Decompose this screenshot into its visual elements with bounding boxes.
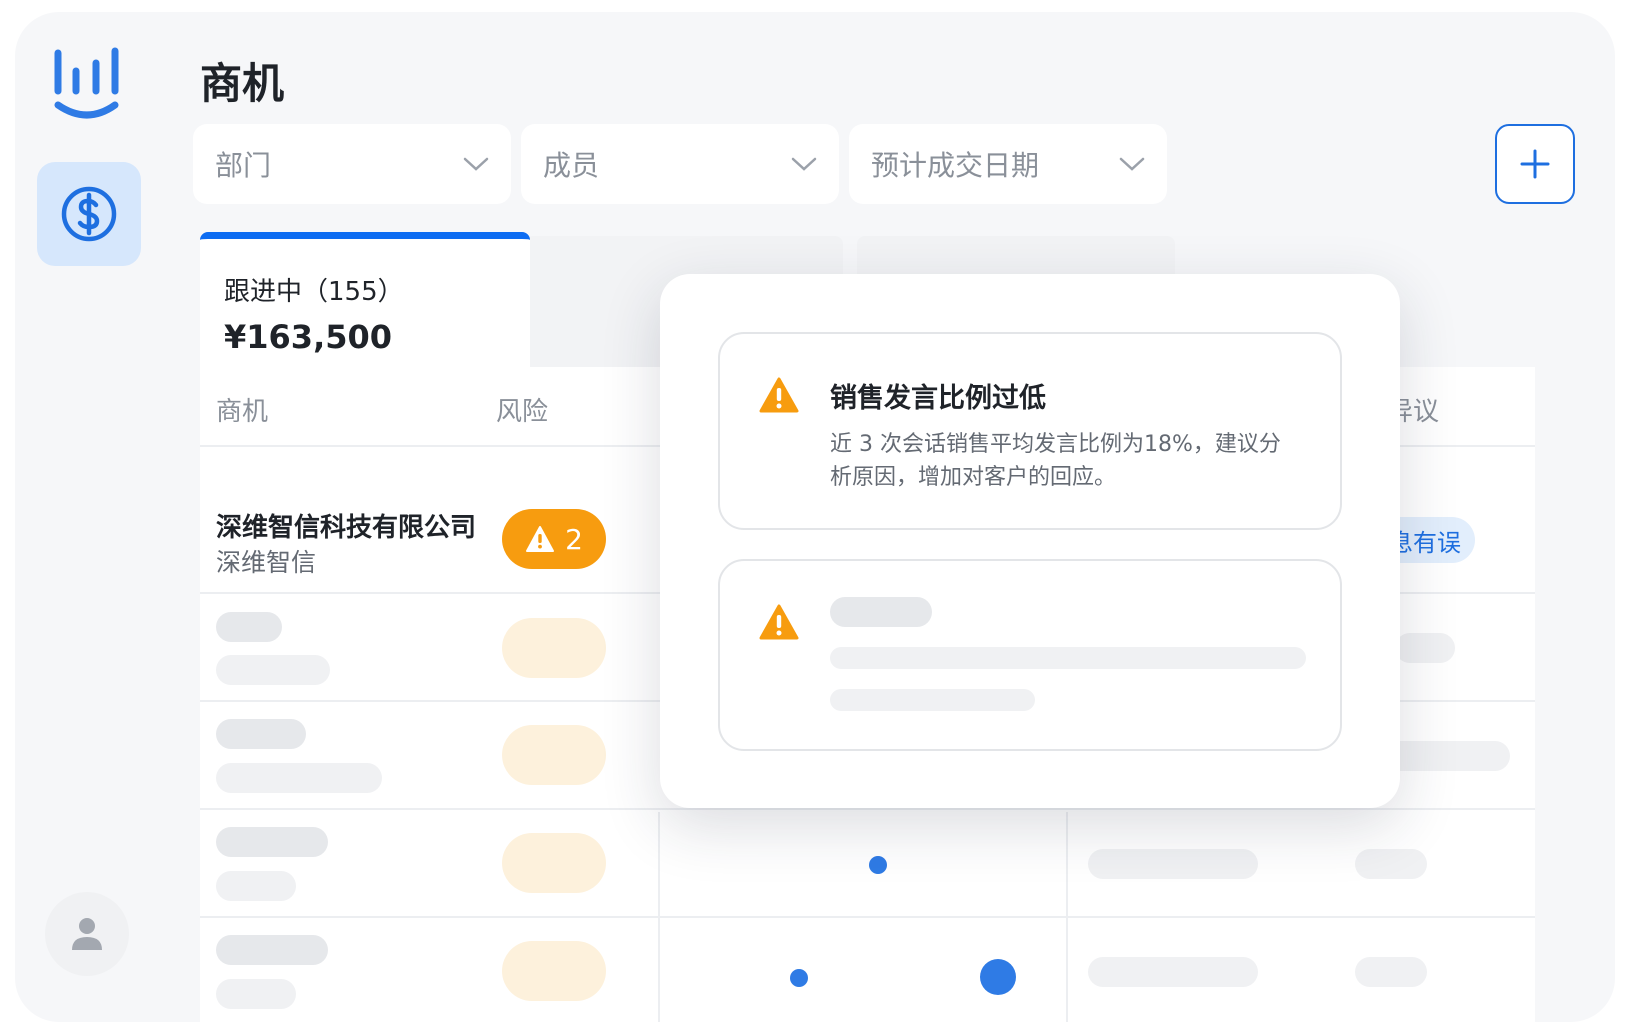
skeleton-badge — [502, 618, 606, 678]
user-avatar[interactable] — [45, 892, 129, 976]
row-divider — [200, 808, 1535, 810]
company-short-name: 深维智信 — [216, 548, 317, 577]
skeleton-badge — [502, 725, 606, 785]
skeleton-line — [216, 979, 296, 1009]
skeleton-line — [830, 647, 1306, 669]
skeleton-line — [1355, 849, 1427, 879]
page-title: 商机 — [200, 59, 285, 108]
member-filter[interactable]: 成员 — [521, 124, 839, 204]
member-filter-label: 成员 — [543, 149, 600, 182]
skeleton-line — [216, 935, 328, 965]
skeleton-line — [216, 655, 330, 685]
chevron-down-icon — [1119, 157, 1145, 171]
add-button[interactable] — [1495, 124, 1575, 204]
department-filter[interactable]: 部门 — [193, 124, 511, 204]
logo-icon — [54, 47, 119, 119]
sidebar — [15, 12, 175, 1022]
skeleton-line — [1088, 957, 1258, 987]
chevron-down-icon — [791, 157, 817, 171]
close-date-filter-label: 预计成交日期 — [871, 149, 1040, 182]
status-dot — [869, 856, 887, 874]
skeleton-line — [216, 871, 296, 901]
risk-popover: 销售发言比例过低 近 3 次会话销售平均发言比例为18%，建议分析原因，增加对客… — [660, 274, 1400, 808]
warning-triangle-icon — [759, 604, 799, 640]
skeleton-line — [1355, 957, 1427, 987]
status-dot — [790, 969, 808, 987]
skeleton-line — [216, 719, 306, 749]
skeleton-badge — [502, 833, 606, 893]
chevron-down-icon — [463, 157, 489, 171]
popover-pointer — [637, 522, 661, 558]
skeleton-line — [216, 612, 282, 642]
close-date-filter[interactable]: 预计成交日期 — [849, 124, 1167, 204]
plus-icon — [1520, 149, 1550, 179]
skeleton-line — [216, 763, 382, 793]
risk-count: 2 — [565, 522, 583, 556]
skeleton-line — [830, 597, 932, 627]
department-filter-label: 部门 — [215, 149, 272, 182]
status-dot — [980, 959, 1016, 995]
nav-item-opportunities[interactable] — [37, 162, 141, 266]
alert-description: 近 3 次会话销售平均发言比例为18%，建议分析原因，增加对客户的回应。 — [830, 432, 1281, 490]
risk-alert-card-placeholder[interactable] — [718, 559, 1342, 751]
skeleton-line — [1088, 849, 1258, 879]
risk-alert-card[interactable]: 销售发言比例过低 近 3 次会话销售平均发言比例为18%，建议分析原因，增加对客… — [718, 332, 1342, 530]
skeleton-line — [830, 689, 1035, 711]
skeleton-line — [216, 827, 328, 857]
alert-title: 销售发言比例过低 — [830, 383, 1046, 414]
user-icon — [72, 918, 102, 950]
warning-triangle-icon — [759, 377, 799, 413]
skeleton-line — [1395, 633, 1455, 663]
stage-tab-following[interactable]: 跟进中（155） ¥163,500 — [200, 232, 530, 392]
dollar-circle-icon — [61, 186, 117, 242]
company-name: 深维智信科技有限公司 — [216, 513, 477, 543]
skeleton-badge — [502, 941, 606, 1001]
column-header-opportunity: 商机 — [216, 397, 269, 427]
row-divider — [200, 916, 1535, 918]
risk-badge[interactable]: 2 — [502, 509, 606, 569]
stage-amount: ¥163,500 — [224, 318, 393, 356]
warning-triangle-icon — [526, 526, 555, 552]
app-window: 商机 部门 成员 预计成交日期 商机 风险 异议 深维智信科技有限公司 深维智信 — [15, 12, 1615, 1022]
stage-label: 跟进中（155） — [224, 277, 404, 307]
column-header-risk: 风险 — [496, 397, 549, 427]
